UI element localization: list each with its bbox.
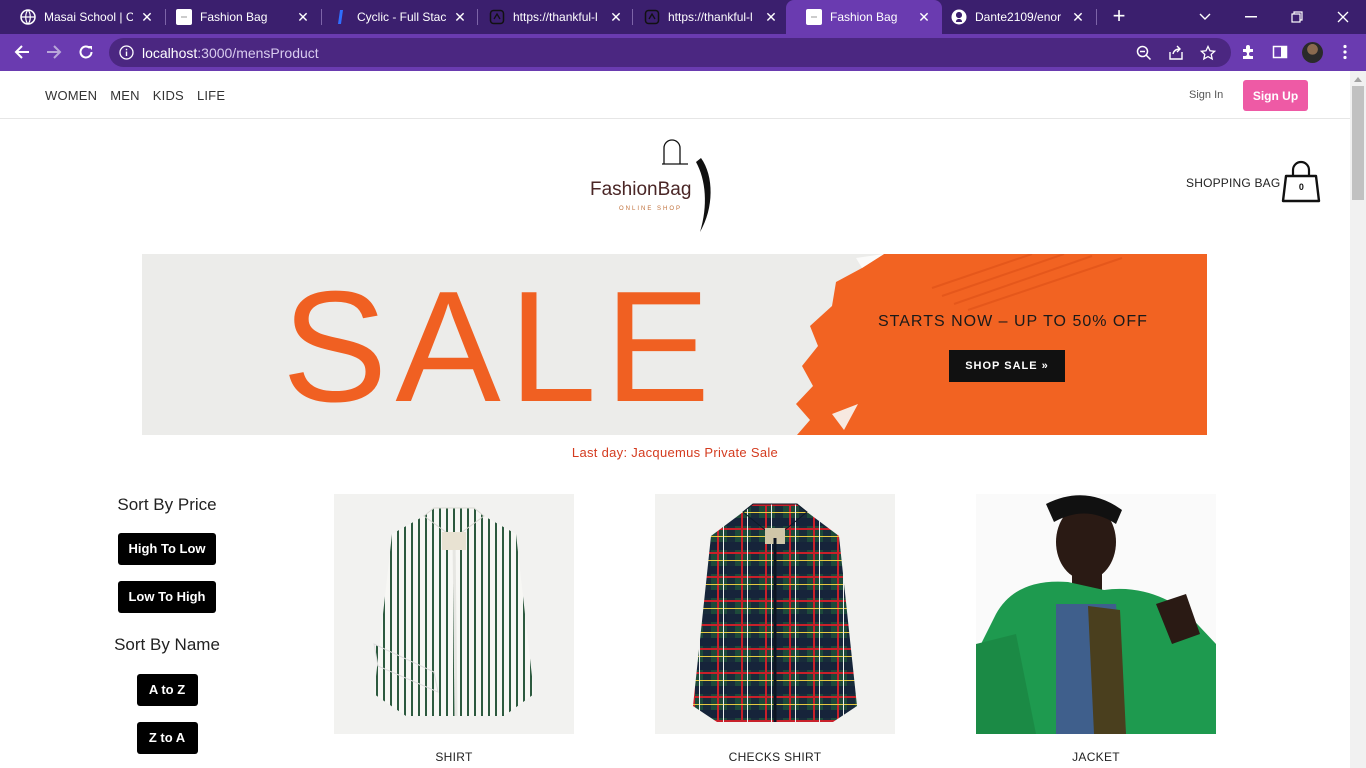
loading-icon (644, 9, 660, 25)
scroll-up-arrow-icon[interactable] (1354, 77, 1362, 82)
back-icon[interactable] (9, 39, 35, 65)
sale-headline: SALE (282, 259, 719, 435)
close-icon[interactable]: ✕ (916, 9, 932, 25)
close-icon[interactable]: ✕ (452, 9, 468, 25)
a-to-z-button[interactable]: A to Z (136, 674, 198, 706)
nav-link-women[interactable]: WOMEN (45, 88, 97, 103)
github-icon (951, 9, 967, 25)
window-close-icon[interactable] (1320, 0, 1366, 34)
product-name: SHIRT (435, 750, 473, 764)
product-image-jacket[interactable] (976, 494, 1216, 734)
product-card[interactable]: SHIRT (334, 494, 574, 764)
reload-icon[interactable] (73, 39, 99, 65)
sale-banner[interactable]: SALE STARTS NOW – UP TO 50% OFF SHOP SAL… (142, 254, 1207, 435)
nav-link-life[interactable]: LIFE (197, 88, 225, 103)
tab-title: Dante2109/enor (975, 10, 1062, 24)
product-card[interactable]: JACKET (976, 494, 1216, 764)
scrollbar-thumb[interactable] (1352, 86, 1364, 200)
promo-text[interactable]: Last day: Jacquemus Private Sale (0, 445, 1350, 460)
logo-wordmark: FashionBag (590, 179, 691, 200)
shopping-bag-label: SHOPPING BAG (1186, 176, 1281, 190)
profile-avatar[interactable] (1302, 42, 1323, 63)
shopping-bag[interactable]: SHOPPING BAG 0 (1186, 160, 1322, 204)
close-icon[interactable]: ✕ (763, 9, 779, 25)
site-info-icon[interactable] (119, 45, 134, 60)
tab-masai-school[interactable]: Masai School | Co ✕ (0, 0, 165, 34)
nav-link-kids[interactable]: KIDS (153, 88, 184, 103)
page-icon (176, 9, 192, 25)
globe-icon (20, 9, 36, 25)
tab-title: https://thankful-l (668, 10, 753, 24)
side-panel-icon[interactable] (1269, 41, 1291, 63)
sort-by-price-heading: Sort By Price (117, 495, 217, 514)
category-links: WOMEN MEN KIDS LIFE (45, 88, 238, 103)
tab-title: Masai School | Co (44, 10, 133, 24)
loading-icon (489, 9, 505, 25)
sign-up-button[interactable]: Sign Up (1243, 80, 1308, 111)
tab-title: https://thankful-l (513, 10, 598, 24)
product-image-checks-shirt[interactable] (655, 494, 895, 734)
zoom-icon[interactable] (1135, 44, 1153, 62)
tab-divider (1096, 9, 1097, 25)
url-path: :3000/mensProduct (197, 45, 319, 61)
tab-title: Cyclic - Full Stack (357, 10, 446, 24)
page-content: WOMEN MEN KIDS LIFE Sign In Sign Up Fash… (0, 71, 1350, 768)
tab-fashion-bag-active[interactable]: Fashion Bag ✕ (786, 0, 942, 34)
tab-title: Fashion Bag (830, 10, 898, 24)
tab-thankful-2[interactable]: https://thankful-l ✕ (624, 0, 789, 34)
browser-toolbar: localhost:3000/mensProduct (0, 34, 1366, 71)
page-icon (806, 9, 822, 25)
share-icon[interactable] (1167, 44, 1185, 62)
sale-tagline: STARTS NOW – UP TO 50% OFF (878, 313, 1148, 330)
page-scrollbar[interactable] (1350, 71, 1366, 768)
address-bar[interactable]: localhost:3000/mensProduct (109, 38, 1231, 67)
tab-thankful-1[interactable]: https://thankful-l ✕ (469, 0, 634, 34)
close-icon[interactable]: ✕ (1070, 9, 1086, 25)
tab-search-icon[interactable] (1182, 0, 1228, 34)
sort-sidebar: Sort By Price High To Low Low To High So… (90, 495, 244, 754)
close-icon[interactable]: ✕ (295, 9, 311, 25)
product-name: CHECKS SHIRT (728, 750, 822, 764)
tab-fashion-bag-1[interactable]: Fashion Bag ✕ (156, 0, 321, 34)
tab-github[interactable]: Dante2109/enor ✕ (931, 0, 1096, 34)
forward-icon[interactable] (41, 39, 67, 65)
low-to-high-button[interactable]: Low To High (118, 581, 216, 613)
tab-cyclic[interactable]: Cyclic - Full Stack ✕ (313, 0, 478, 34)
restore-icon[interactable] (1274, 0, 1320, 34)
bag-count: 0 (1298, 182, 1304, 192)
close-icon[interactable]: ✕ (139, 9, 155, 25)
shopping-bag-icon[interactable]: 0 (1280, 160, 1322, 204)
high-to-low-button[interactable]: High To Low (118, 533, 216, 565)
product-image-shirt[interactable] (334, 494, 574, 734)
url-text[interactable]: localhost:3000/mensProduct (142, 45, 319, 61)
new-tab-button[interactable]: + (1108, 5, 1130, 27)
logo-tagline: ONLINE SHOP (619, 206, 682, 212)
cyclic-icon (333, 9, 349, 25)
nav-link-men[interactable]: MEN (110, 88, 140, 103)
extensions-icon[interactable] (1237, 41, 1259, 63)
z-to-a-button[interactable]: Z to A (136, 722, 198, 754)
shop-sale-button[interactable]: SHOP SALE » (949, 350, 1065, 382)
product-card[interactable]: CHECKS SHIRT (655, 494, 895, 764)
minimize-icon[interactable] (1228, 0, 1274, 34)
fashionbag-logo[interactable]: FashionBag ONLINE SHOP (588, 136, 718, 236)
bookmark-star-icon[interactable] (1199, 44, 1217, 62)
top-navigation: WOMEN MEN KIDS LIFE Sign In Sign Up (0, 71, 1350, 119)
product-name: JACKET (1072, 750, 1120, 764)
tab-strip: Masai School | Co ✕ Fashion Bag ✕ Cyclic… (0, 0, 1366, 34)
sort-by-name-heading: Sort By Name (114, 635, 220, 654)
tab-title: Fashion Bag (200, 10, 268, 24)
url-host: localhost (142, 45, 198, 61)
close-icon[interactable]: ✕ (608, 9, 624, 25)
menu-kebab-icon[interactable] (1334, 41, 1356, 63)
sign-in-link[interactable]: Sign In (1189, 89, 1223, 101)
